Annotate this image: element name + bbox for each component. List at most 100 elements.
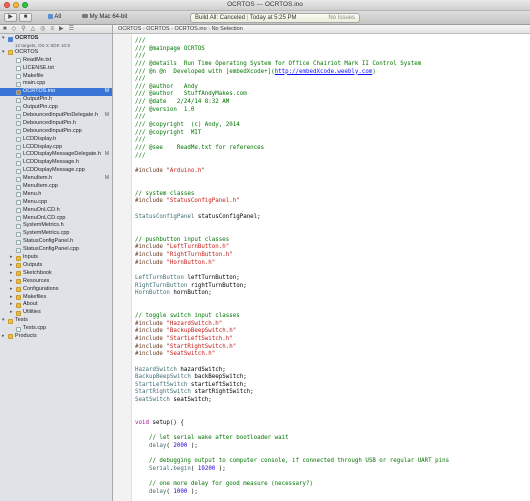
disclosure-triangle-icon[interactable]: ▸ bbox=[10, 294, 13, 302]
file-row[interactable]: DebouncedInputPinDelegate.h M bbox=[0, 112, 112, 120]
file-row[interactable]: OutputPin.h bbox=[0, 96, 112, 104]
group-row[interactable]: ▸ Utilities bbox=[0, 309, 112, 317]
code-token: #include bbox=[135, 320, 167, 327]
file-row[interactable]: LCDDisplay.cpp bbox=[0, 144, 112, 152]
scheme-target: All bbox=[54, 14, 62, 20]
activity-viewer[interactable]: Build All: Canceled | Today at 5:25 PM N… bbox=[190, 13, 360, 23]
group-row[interactable]: ▾ Tests bbox=[0, 317, 112, 325]
file-row[interactable]: LCDDisplayMessage.h bbox=[0, 159, 112, 167]
file-row[interactable]: LICENSE.txt bbox=[0, 65, 112, 73]
code-token: // toggle switch input classes bbox=[135, 313, 240, 320]
disclosure-triangle-icon[interactable]: ▸ bbox=[2, 333, 5, 341]
code-line: HazardSwitch hazardSwitch; bbox=[135, 367, 528, 375]
modified-badge: M bbox=[104, 151, 109, 158]
group-row[interactable]: ▸ Configurations bbox=[0, 286, 112, 294]
stop-button[interactable]: ■ bbox=[19, 13, 32, 22]
code-token: "StartRightSwitch.h" bbox=[166, 343, 237, 350]
group-row[interactable]: ▸ Makefiles bbox=[0, 294, 112, 302]
debug-icon[interactable]: ≡ bbox=[51, 25, 55, 34]
breadcrumb-item[interactable]: OCRTOS.ino bbox=[174, 26, 206, 32]
code-token: begin bbox=[173, 465, 191, 472]
code-line: void setup() { bbox=[135, 420, 528, 428]
file-row[interactable]: LCDDisplay.h bbox=[0, 136, 112, 144]
code-line: #include "HornButton.h" bbox=[135, 260, 528, 268]
cpp-file-icon bbox=[16, 129, 21, 135]
group-row[interactable]: ▸ Products bbox=[0, 333, 112, 341]
file-row[interactable]: MenuOnLCD.h bbox=[0, 207, 112, 215]
item-label: OutputPin.h bbox=[23, 96, 53, 103]
code-token: #include bbox=[135, 251, 167, 258]
test-icon[interactable]: ◎ bbox=[40, 25, 45, 34]
search-icon[interactable]: ⚲ bbox=[21, 25, 25, 34]
file-row[interactable]: MenuOnLCD.cpp bbox=[0, 215, 112, 223]
scheme-selector[interactable]: All bbox=[48, 13, 61, 22]
file-row[interactable]: OCRTOS.ino M bbox=[0, 88, 112, 97]
disclosure-triangle-icon[interactable]: ▸ bbox=[10, 278, 13, 286]
file-row[interactable]: Makefile bbox=[0, 73, 112, 81]
breadcrumb-item[interactable]: No Selection bbox=[212, 26, 243, 32]
disclosure-triangle-icon[interactable]: ▸ bbox=[10, 270, 13, 278]
file-row[interactable]: StatusConfigPanel.h bbox=[0, 238, 112, 246]
toolbar: ▶ ■ All My Mac 64-bit Build All: Cancele… bbox=[0, 11, 530, 25]
code-token: #include bbox=[135, 343, 167, 350]
cpp-file-icon bbox=[16, 231, 21, 237]
destination-selector[interactable]: My Mac 64-bit bbox=[82, 13, 127, 22]
file-row[interactable]: SystemMetrics.h bbox=[0, 222, 112, 230]
file-row[interactable]: MenuItem.cpp bbox=[0, 183, 112, 191]
disclosure-triangle-icon[interactable]: ▾ bbox=[2, 49, 5, 57]
disclosure-triangle-icon[interactable]: ▸ bbox=[10, 286, 13, 294]
file-row[interactable]: MenuItem.h M bbox=[0, 175, 112, 183]
file-row[interactable]: LCDDisplayMessage.cpp bbox=[0, 167, 112, 175]
code-line: delay( 1000 ); bbox=[135, 489, 528, 497]
group-row[interactable]: ▸ Inputs bbox=[0, 254, 112, 262]
file-row[interactable]: Menu.cpp bbox=[0, 199, 112, 207]
file-row[interactable]: main.cpp bbox=[0, 80, 112, 88]
build-status: Build All: Canceled bbox=[195, 15, 246, 21]
warning-icon[interactable]: △ bbox=[31, 25, 36, 34]
file-row[interactable]: Menu.h bbox=[0, 191, 112, 199]
disclosure-triangle-icon[interactable]: ▸ bbox=[10, 254, 13, 262]
folder-icon[interactable]: ■ bbox=[3, 25, 7, 34]
folder-icon bbox=[16, 271, 21, 277]
file-row[interactable]: DebouncedInputPin.h bbox=[0, 120, 112, 128]
jump-bar[interactable]: OCRTOS › OCRTOS › OCRTOS.ino › No Select… bbox=[113, 25, 530, 34]
code-token[interactable]: http://embedXcode.weebly.com bbox=[275, 69, 373, 75]
line-gutter[interactable] bbox=[113, 34, 132, 501]
file-row[interactable]: SystemMetrics.cpp bbox=[0, 230, 112, 238]
code-line: Serial.begin( 19200 ); bbox=[135, 466, 528, 474]
disclosure-triangle-icon[interactable]: ▸ bbox=[10, 309, 13, 317]
file-row[interactable]: StatusConfigPanel.cpp bbox=[0, 246, 112, 254]
folder-icon bbox=[8, 334, 13, 340]
disclosure-triangle-icon[interactable]: ▾ bbox=[2, 35, 5, 43]
group-row[interactable]: ▾ OCRTOS bbox=[0, 49, 112, 57]
file-row[interactable]: LCDDisplayMessageDelegate.h M bbox=[0, 151, 112, 159]
code-token: // debugging output to computer console,… bbox=[135, 458, 450, 465]
cpp-file-icon bbox=[16, 105, 21, 111]
breadcrumb-item[interactable]: OCRTOS bbox=[118, 26, 141, 32]
group-row[interactable]: ▸ Outputs bbox=[0, 262, 112, 270]
breakpoint-icon[interactable]: ▶ bbox=[59, 25, 64, 34]
file-row[interactable]: Tests.cpp bbox=[0, 325, 112, 333]
file-row[interactable]: DebouncedInputPin.cpp bbox=[0, 128, 112, 136]
file-row[interactable]: ReadMe.txt bbox=[0, 57, 112, 65]
code-line: /// bbox=[135, 137, 528, 145]
item-label: LCDDisplay.cpp bbox=[23, 143, 63, 150]
folder-icon bbox=[16, 263, 21, 269]
disclosure-triangle-icon[interactable]: ▸ bbox=[10, 262, 13, 270]
code-token: "LeftTurnButton.h" bbox=[166, 244, 230, 251]
group-row[interactable]: ▸ Sketchbook bbox=[0, 270, 112, 278]
code-token: setup() { bbox=[148, 420, 184, 427]
breadcrumb-item[interactable]: OCRTOS bbox=[146, 26, 169, 32]
log-icon[interactable]: ☰ bbox=[69, 25, 74, 34]
group-row[interactable]: ▸ Resources bbox=[0, 278, 112, 286]
file-row[interactable]: OutputPin.cpp bbox=[0, 104, 112, 112]
symbol-icon[interactable]: ◇ bbox=[12, 25, 17, 34]
code-text[interactable]: ////// @mainpage OCRTOS////// @details R… bbox=[135, 38, 528, 501]
disclosure-triangle-icon[interactable]: ▸ bbox=[10, 301, 13, 309]
disclosure-triangle-icon[interactable]: ▾ bbox=[2, 317, 5, 325]
run-button[interactable]: ▶ bbox=[4, 13, 17, 22]
code-line: // one more delay for good measure (nece… bbox=[135, 481, 528, 489]
project-root-row[interactable]: ▾ OCRTOS bbox=[0, 35, 112, 43]
group-row[interactable]: ▸ About bbox=[0, 301, 112, 309]
